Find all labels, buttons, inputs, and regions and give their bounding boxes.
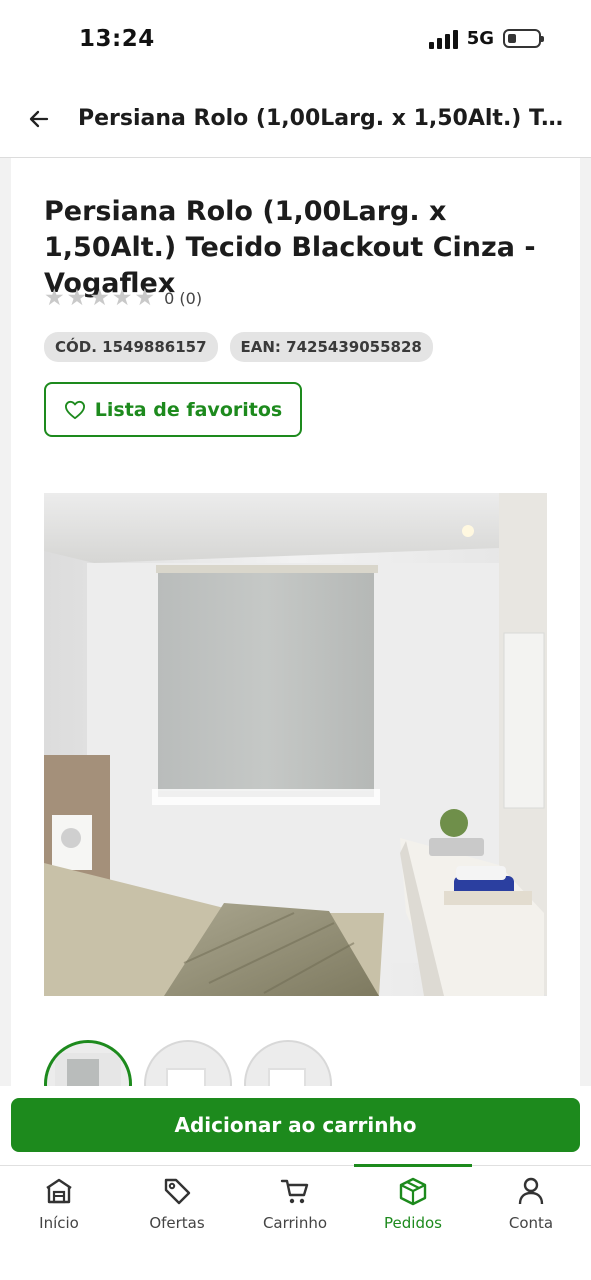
arrow-left-icon: [29, 110, 49, 127]
add-to-cart-button[interactable]: Adicionar ao carrinho: [11, 1098, 580, 1152]
favorites-label: Lista de favoritos: [94, 398, 283, 421]
add-to-cart-label: Adicionar ao carrinho: [174, 1113, 417, 1137]
thumbnail[interactable]: [44, 1040, 132, 1088]
product-card: Persiana Rolo (1,00Larg. x 1,50Alt.) Tec…: [11, 158, 580, 1088]
thumbnail[interactable]: [144, 1040, 232, 1088]
star-icon: ★: [66, 285, 88, 311]
status-indicators: 5G: [428, 28, 544, 49]
status-time: 13:24: [79, 26, 155, 52]
bottom-navigation: Início Ofertas Carrinho Pedidos Conta: [0, 1164, 591, 1280]
heart-icon: [64, 400, 85, 419]
tag-icon: [164, 1178, 191, 1205]
star-icon: ★: [111, 285, 133, 311]
network-type: 5G: [466, 28, 494, 49]
add-to-cart-bar: Adicionar ao carrinho: [0, 1086, 591, 1166]
nav-label: Ofertas: [149, 1214, 205, 1232]
nav-label: Pedidos: [384, 1214, 442, 1232]
roller-blind-room-photo: [44, 493, 547, 996]
product-rating[interactable]: ★ ★ ★ ★ ★ 0 (0): [44, 286, 202, 310]
home-icon: [46, 1178, 72, 1204]
star-icon: ★: [44, 285, 65, 311]
star-icon: ★: [134, 285, 156, 311]
product-code-badge: CÓD. 1549886157: [44, 332, 218, 362]
box-icon: [399, 1177, 427, 1206]
image-thumbnails: [44, 1040, 332, 1088]
product-codes: CÓD. 1549886157 EAN: 7425439055828: [44, 332, 433, 362]
status-bar: 13:24 5G: [0, 0, 591, 80]
nav-item-carrinho[interactable]: Carrinho: [236, 1166, 354, 1246]
nav-item-ofertas[interactable]: Ofertas: [118, 1166, 236, 1246]
nav-label: Carrinho: [262, 1214, 328, 1232]
user-icon: [518, 1177, 544, 1205]
rating-count: 0 (0): [164, 288, 203, 308]
nav-item-inicio[interactable]: Início: [0, 1166, 118, 1246]
back-button[interactable]: [4, 80, 74, 158]
star-icon: ★: [89, 285, 110, 311]
cart-icon: [280, 1179, 309, 1204]
product-image[interactable]: [44, 493, 547, 996]
nav-label: Conta: [508, 1214, 554, 1232]
nav-label: Início: [39, 1214, 79, 1232]
page-header: Persiana Rolo (1,00Larg. x 1,50Alt.) Tec…: [0, 80, 591, 158]
thumbnail[interactable]: [244, 1040, 332, 1088]
nav-item-pedidos[interactable]: Pedidos: [354, 1166, 472, 1246]
battery-icon: [503, 29, 544, 48]
favorites-button[interactable]: Lista de favoritos: [44, 382, 302, 437]
nav-item-conta[interactable]: Conta: [472, 1166, 590, 1246]
ean-badge: EAN: 7425439055828: [229, 332, 433, 362]
signal-icon: [428, 29, 458, 49]
header-title: Persiana Rolo (1,00Larg. x 1,50Alt.) Tec…: [78, 106, 564, 131]
rating-stars: ★ ★ ★ ★ ★: [44, 286, 155, 310]
